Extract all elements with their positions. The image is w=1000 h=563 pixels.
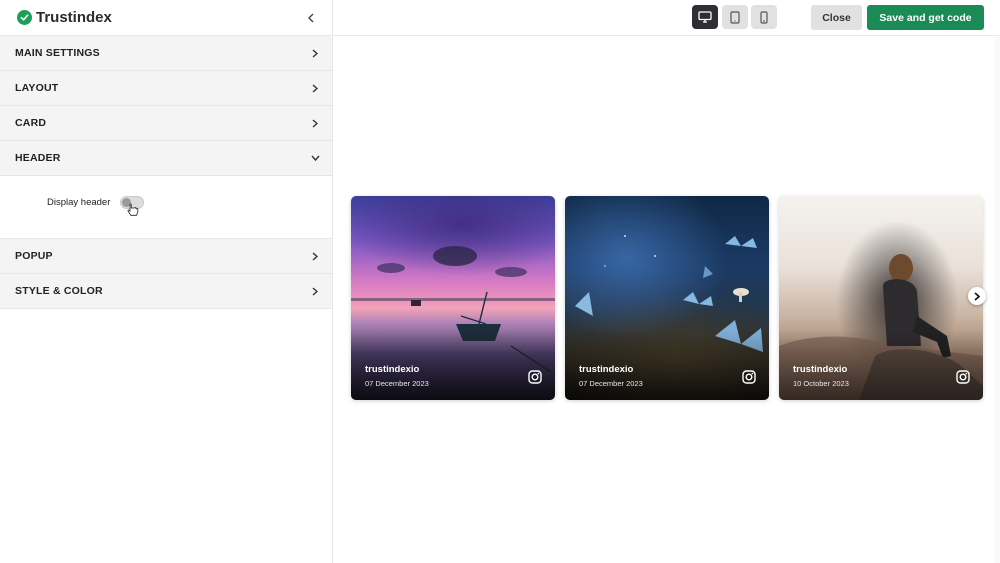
display-header-label: Display header (47, 197, 111, 208)
section-label: LAYOUT (15, 82, 59, 94)
chevron-left-icon (308, 13, 314, 22)
chevron-right-icon (310, 48, 320, 58)
brand-logo: Trustindex (17, 9, 112, 26)
chevron-right-icon (974, 291, 980, 301)
feed-card[interactable]: trustindexio 07 December 2023 (565, 196, 769, 400)
chevron-right-icon (310, 251, 320, 261)
mobile-icon (760, 10, 768, 24)
section-header[interactable]: HEADER (0, 141, 332, 176)
section-main-settings[interactable]: MAIN SETTINGS (0, 36, 332, 71)
tablet-view-button[interactable] (722, 5, 748, 29)
section-card[interactable]: CARD (0, 106, 332, 141)
mobile-view-button[interactable] (751, 5, 777, 29)
section-label: POPUP (15, 250, 53, 262)
instagram-icon (528, 370, 542, 384)
card-date: 07 December 2023 (579, 379, 643, 388)
hand-cursor-icon (127, 203, 139, 216)
widget-preview: trustindexio 07 December 2023 trustindex… (334, 37, 1000, 563)
card-username: trustindexio (365, 364, 420, 375)
section-style-color[interactable]: STYLE & COLOR (0, 274, 332, 309)
card-date: 07 December 2023 (365, 379, 429, 388)
desktop-icon (698, 11, 712, 23)
chevron-down-icon (310, 153, 320, 163)
card-username: trustindexio (579, 364, 634, 375)
section-layout[interactable]: LAYOUT (0, 71, 332, 106)
header-section-body: Display header (0, 176, 332, 239)
carousel-next-button[interactable] (968, 287, 986, 305)
chevron-right-icon (310, 118, 320, 128)
section-label: STYLE & COLOR (15, 285, 103, 297)
card-date: 10 October 2023 (793, 379, 849, 388)
check-circle-icon (17, 10, 32, 25)
feed-card[interactable]: trustindexio 07 December 2023 (351, 196, 555, 400)
settings-sidebar: Trustindex MAIN SETTINGS LAYOUT CARD HEA… (0, 0, 333, 563)
desktop-view-button[interactable] (692, 5, 718, 29)
instagram-icon (956, 370, 970, 384)
card-username: trustindexio (793, 364, 848, 375)
tablet-icon (730, 10, 740, 24)
collapse-sidebar-button[interactable] (304, 11, 318, 25)
sidebar-header: Trustindex (0, 0, 332, 36)
close-button[interactable]: Close (811, 5, 862, 30)
editor-toolbar: Close Save and get code (334, 0, 1000, 36)
instagram-icon (742, 370, 756, 384)
feed-card[interactable]: trustindexio 10 October 2023 (779, 196, 983, 400)
preview-scrollbar[interactable] (994, 37, 1000, 563)
section-label: CARD (15, 117, 47, 129)
save-and-get-code-button[interactable]: Save and get code (867, 5, 984, 30)
brand-name: Trustindex (36, 9, 112, 26)
section-popup[interactable]: POPUP (0, 239, 332, 274)
chevron-right-icon (310, 286, 320, 296)
chevron-right-icon (310, 83, 320, 93)
section-label: MAIN SETTINGS (15, 47, 100, 59)
section-label: HEADER (15, 152, 61, 164)
